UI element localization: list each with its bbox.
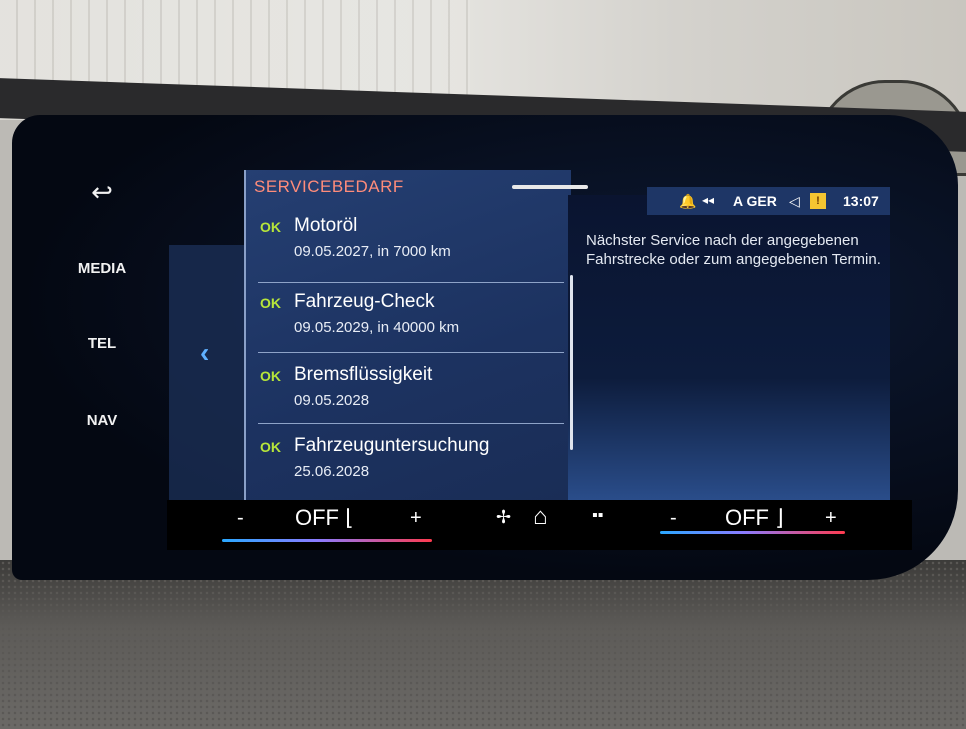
panel-drag-handle[interactable] xyxy=(512,185,588,189)
service-item-name: Fahrzeug-Check xyxy=(294,291,435,312)
status-badge: OK xyxy=(260,439,281,455)
divider xyxy=(258,282,564,283)
language-indicator: A GER xyxy=(733,193,777,209)
right-temp-minus-button[interactable]: - xyxy=(670,507,677,530)
clock: 13:07 xyxy=(843,193,879,209)
signal-icon: ◂◂ xyxy=(702,193,715,207)
left-seat-heating-value[interactable]: OFF ⌊ xyxy=(295,505,354,531)
status-badge: OK xyxy=(260,295,281,311)
status-badge: OK xyxy=(260,368,281,384)
speaker-icon: ◁ xyxy=(789,193,800,209)
background-panel xyxy=(169,245,249,505)
right-temp-plus-button[interactable]: + xyxy=(825,507,837,530)
service-info-text: Nächster Service nach der angegebenen Fa… xyxy=(586,232,881,268)
right-temperature-slider[interactable] xyxy=(660,531,845,534)
notification-icon[interactable]: 🔔 xyxy=(679,193,696,210)
service-item-due: 09.05.2028 xyxy=(294,392,370,409)
scrollbar[interactable] xyxy=(570,275,573,450)
right-seat-heating-value[interactable]: OFF ⌋ xyxy=(725,505,784,531)
service-item-name: Bremsflüssigkeit xyxy=(294,364,433,385)
infotainment-screen: ↩ MEDIA TEL NAV ‹ SERVICEBEDARF OK Motor… xyxy=(12,115,958,580)
status-bar: 🔔 ◂◂ A GER ◁ ! 13:07 xyxy=(647,187,890,215)
page-title: SERVICEBEDARF xyxy=(254,177,404,196)
sidebar-item-tel[interactable]: TEL xyxy=(67,335,137,352)
service-item-name: Fahrzeuguntersuchung xyxy=(294,435,490,456)
chevron-left-icon[interactable]: ‹ xyxy=(200,337,209,369)
dashboard-surface xyxy=(0,560,966,729)
service-item-due: 09.05.2029, in 40000 km xyxy=(294,319,460,336)
divider xyxy=(258,423,564,424)
divider xyxy=(258,352,564,353)
home-icon[interactable]: ⌂ xyxy=(533,503,548,531)
left-temperature-slider[interactable] xyxy=(222,539,432,542)
sidebar: ↩ MEDIA TEL NAV xyxy=(12,115,162,580)
sidebar-item-media[interactable]: MEDIA xyxy=(67,260,137,277)
service-item-name: Motoröl xyxy=(294,215,358,236)
service-item-due: 25.06.2028 xyxy=(294,463,370,480)
status-badge: OK xyxy=(260,219,281,235)
fan-icon[interactable]: ✢ xyxy=(496,507,511,528)
left-temp-plus-button[interactable]: + xyxy=(410,507,422,530)
back-icon[interactable]: ↩ xyxy=(67,177,137,208)
left-temp-minus-button[interactable]: - xyxy=(237,507,244,530)
service-item-due: 09.05.2027, in 7000 km xyxy=(294,243,451,260)
warning-icon[interactable]: ! xyxy=(810,193,826,209)
sidebar-item-nav[interactable]: NAV xyxy=(67,412,137,429)
apps-grid-icon[interactable]: ▪▪ xyxy=(592,507,603,525)
